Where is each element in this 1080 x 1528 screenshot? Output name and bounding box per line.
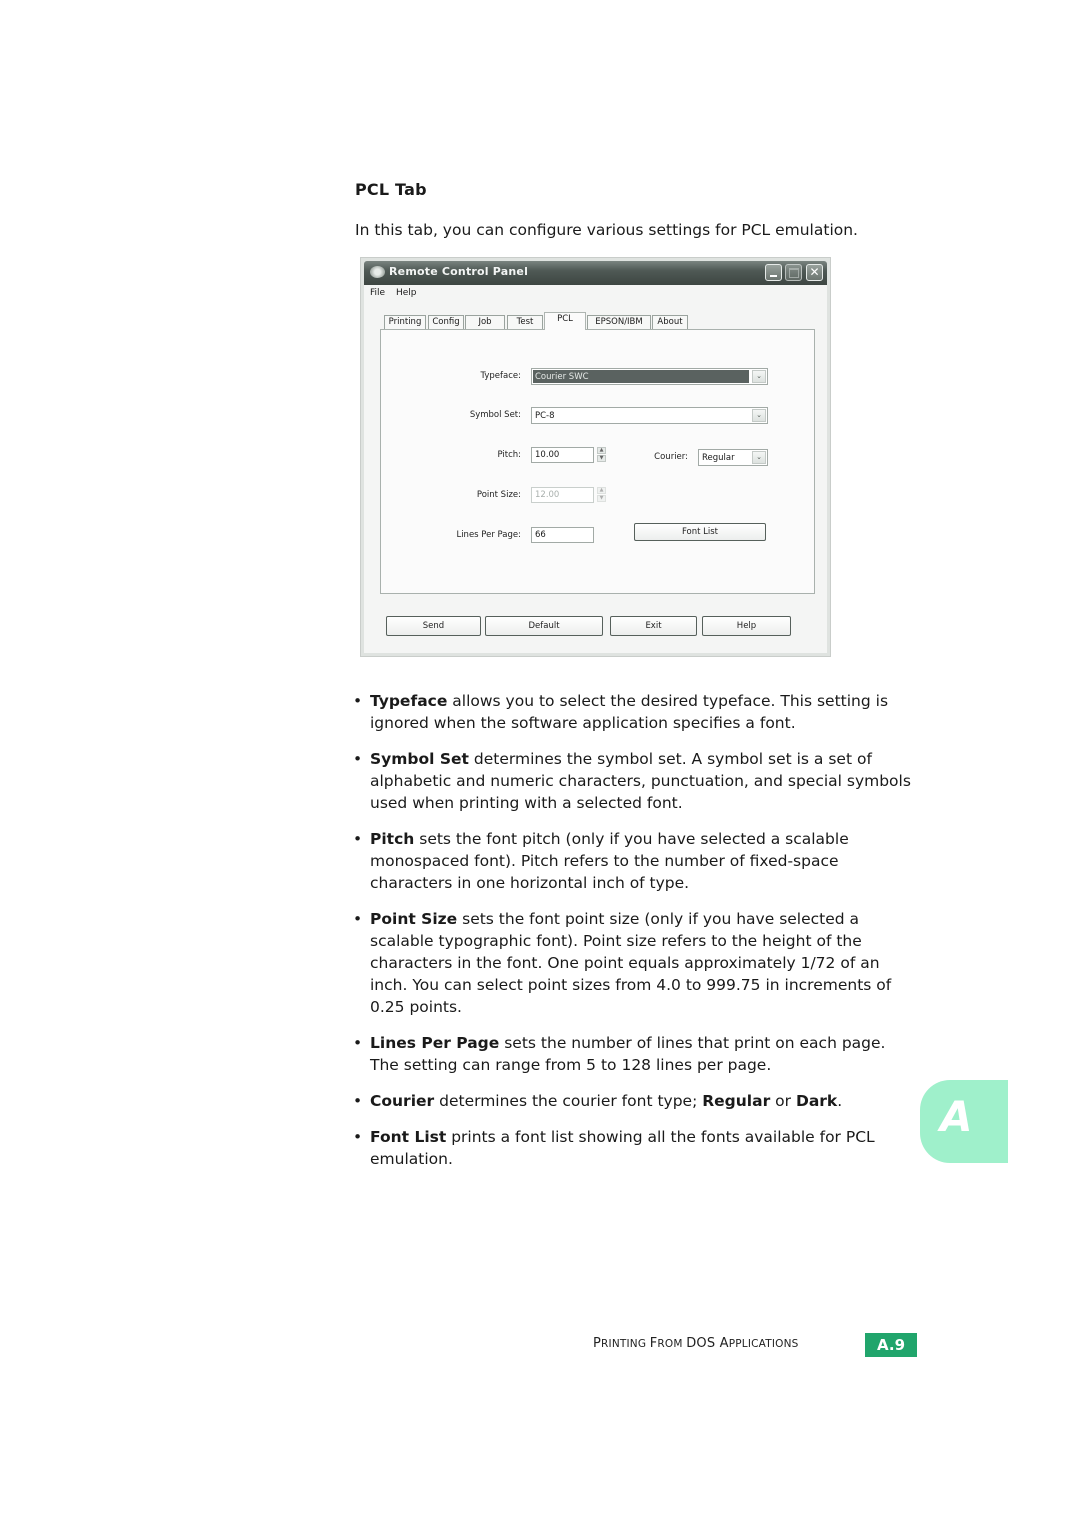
pitch-spinner[interactable]: ▲ ▼ [597,447,606,463]
bullet-courier: • Courier determines the courier font ty… [353,1090,913,1112]
section-heading: PCL Tab [355,180,427,199]
footer-cap: P [593,1336,602,1351]
bullet-term: Pitch [370,830,415,848]
minimize-button[interactable] [765,264,782,281]
bullet-icon: • [353,692,363,710]
symbol-set-dropdown[interactable]: PC-8 ⌄ [531,407,768,424]
bullet-typeface: • Typeface allows you to select the desi… [353,690,913,734]
footer-smallcaps: PPLICATIONS [728,1338,799,1350]
point-size-spinner: ▲ ▼ [597,487,606,503]
pcl-settings-panel: Typeface: Courier SWC ⌄ Symbol Set: PC-8… [380,329,815,594]
courier-dropdown[interactable]: Regular ⌄ [698,449,768,466]
bullet-text: determines the courier font type; [434,1092,703,1110]
spin-down-icon: ▼ [597,495,606,502]
bullet-term: Lines Per Page [370,1034,500,1052]
symbol-set-label: Symbol Set: [469,410,521,420]
footer-smallcaps: RINTING [601,1338,650,1350]
tab-job[interactable]: Job [465,315,505,329]
page-number: A.9 [865,1333,917,1357]
menu-bar: File Help [364,285,827,302]
bullet-text: sets the font pitch (only if you have se… [370,830,849,892]
bullet-icon: • [353,750,363,768]
bullet-icon: • [353,1092,363,1110]
bullet-text: prints a font list showing all the fonts… [370,1128,875,1168]
point-size-label: Point Size: [476,490,521,500]
window-client: File Help Printing Config Job Test PCL E… [364,285,827,653]
courier-value: Regular [702,453,735,463]
bullet-list: • Typeface allows you to select the desi… [353,690,913,1184]
tab-epson-ibm[interactable]: EPSON/IBM [587,315,651,329]
bullet-pitch: • Pitch sets the font pitch (only if you… [353,828,913,894]
bullet-text: or [770,1092,796,1110]
bullet-term: Font List [370,1128,447,1146]
window-title: Remote Control Panel [389,265,529,278]
footer-cap: DOS [686,1336,720,1351]
bullet-term: Typeface [370,692,448,710]
lines-per-page-value: 66 [535,530,546,540]
bullet-lines-per-page: • Lines Per Page sets the number of line… [353,1032,913,1076]
pitch-value: 10.00 [535,450,560,460]
bullet-text: . [837,1092,843,1110]
typeface-label: Typeface: [480,371,522,381]
remote-control-panel-window: Remote Control Panel ✕ File Help Printin… [360,257,831,657]
bullet-symbol-set: • Symbol Set determines the symbol set. … [353,748,913,814]
close-button[interactable]: ✕ [806,264,823,281]
exit-button[interactable]: Exit [610,616,697,636]
pitch-input[interactable]: 10.00 [531,447,594,463]
help-button[interactable]: Help [702,616,791,636]
menu-file[interactable]: File [370,288,385,298]
chapter-letter: A [940,1092,973,1141]
courier-label: Courier: [654,452,688,462]
font-list-button[interactable]: Font List [634,523,766,541]
spin-up-icon: ▲ [597,487,606,494]
pitch-label: Pitch: [497,450,521,460]
bullet-term: Point Size [370,910,458,928]
chevron-down-icon[interactable]: ⌄ [752,370,766,383]
default-button[interactable]: Default [485,616,603,636]
title-bar[interactable]: Remote Control Panel ✕ [364,261,827,285]
chapter-tab: A [920,1080,1008,1163]
bullet-term: Courier [370,1092,435,1110]
bullet-text: allows you to select the desired typefac… [370,692,889,732]
bullet-term-dark: Dark [795,1092,838,1110]
maximize-button[interactable] [785,264,802,281]
typeface-value: Courier SWC [533,370,749,383]
app-icon [370,266,385,278]
footer-cap: A [719,1336,729,1351]
chevron-down-icon[interactable]: ⌄ [752,409,766,422]
tab-printing[interactable]: Printing [384,315,426,329]
chevron-down-icon[interactable]: ⌄ [752,451,766,464]
bullet-point-size: • Point Size sets the font point size (o… [353,908,913,1018]
footer-smallcaps: ROM [657,1338,687,1350]
point-size-input: 12.00 [531,487,594,503]
bullet-icon: • [353,830,363,848]
tab-pcl[interactable]: PCL [544,312,586,330]
lines-per-page-label: Lines Per Page: [456,530,521,540]
menu-help[interactable]: Help [396,288,417,298]
bullet-icon: • [353,1034,363,1052]
typeface-dropdown[interactable]: Courier SWC ⌄ [531,368,768,385]
bullet-font-list: • Font List prints a font list showing a… [353,1126,913,1170]
tab-test[interactable]: Test [507,315,543,329]
bullet-term: Symbol Set [370,750,469,768]
tab-config[interactable]: Config [428,315,464,329]
send-button[interactable]: Send [386,616,481,636]
point-size-value: 12.00 [535,490,560,500]
bullet-icon: • [353,1128,363,1146]
symbol-set-value: PC-8 [535,411,555,421]
tab-about[interactable]: About [652,315,688,329]
bullet-term-regular: Regular [702,1092,771,1110]
intro-paragraph: In this tab, you can configure various s… [355,221,858,239]
close-icon: ✕ [809,265,820,279]
spin-up-icon[interactable]: ▲ [597,447,606,454]
spin-down-icon[interactable]: ▼ [597,455,606,462]
lines-per-page-input[interactable]: 66 [531,527,594,543]
footer-section-title: PRINTING FROM DOS APPLICATIONS [593,1336,799,1351]
bullet-icon: • [353,910,363,928]
